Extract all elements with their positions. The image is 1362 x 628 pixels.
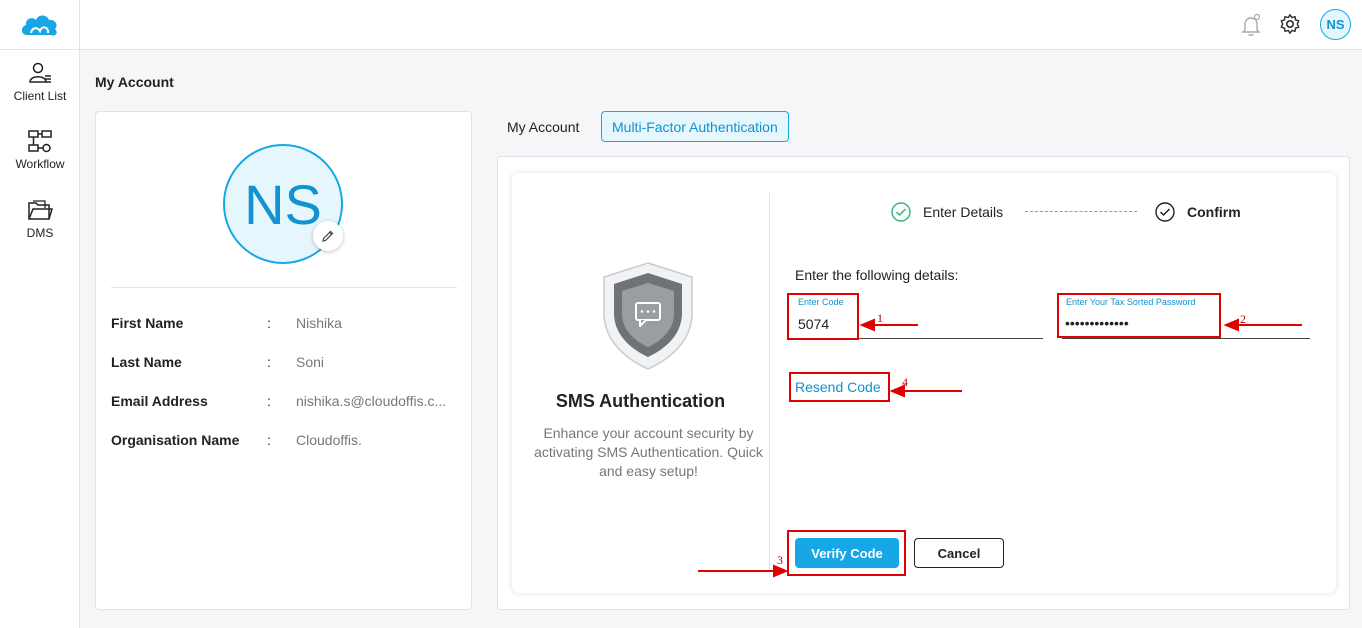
annotation-number: 1 <box>877 311 883 325</box>
logo[interactable] <box>0 0 80 50</box>
tab-my-account[interactable]: My Account <box>497 111 589 142</box>
separator: : <box>267 354 271 370</box>
check-circle-icon <box>891 202 911 222</box>
info-row-first-name: First Name : Nishika <box>111 315 461 335</box>
pencil-icon <box>322 230 334 242</box>
annotation-box-1 <box>787 293 859 340</box>
field-value: Soni <box>296 354 325 370</box>
annotation-number: 2 <box>1240 312 1246 326</box>
sidebar: Client List Workflow DMS <box>0 50 80 628</box>
step-confirm: Confirm <box>1155 202 1241 222</box>
separator: : <box>267 432 271 448</box>
step-connector <box>1025 211 1137 212</box>
info-row-email: Email Address : nishika.s@cloudoffis.c..… <box>111 393 461 413</box>
gear-icon[interactable] <box>1279 13 1301 35</box>
bell-icon[interactable] <box>1240 13 1262 37</box>
user-list-icon <box>29 62 51 83</box>
profile-card: NS First Name : Nishika Last Name : Soni… <box>95 111 472 610</box>
sidebar-item-label: DMS <box>26 226 54 240</box>
sidebar-item-dms[interactable]: DMS <box>0 198 80 240</box>
field-underline <box>1062 338 1310 339</box>
workflow-icon <box>28 130 52 153</box>
field-value: Nishika <box>296 315 342 331</box>
annotation-box-2 <box>1057 293 1221 338</box>
annotation-box-3 <box>787 530 906 576</box>
step-enter-details: Enter Details <box>891 202 1003 222</box>
mfa-card <box>512 173 1336 593</box>
sidebar-item-workflow[interactable]: Workflow <box>0 129 80 171</box>
sidebar-item-client-list[interactable]: Client List <box>0 61 80 103</box>
cloud-logo-icon <box>21 15 57 36</box>
user-avatar[interactable]: NS <box>1320 9 1351 40</box>
divider <box>111 287 457 288</box>
field-value: Cloudoffis. <box>296 432 362 448</box>
annotation-number: 4 <box>902 375 908 389</box>
info-row-organisation: Organisation Name : Cloudoffis. <box>111 432 461 452</box>
field-label: First Name <box>111 315 184 331</box>
step-label: Confirm <box>1187 204 1241 220</box>
sms-auth-title: SMS Authentication <box>555 391 726 411</box>
cancel-button[interactable]: Cancel <box>914 538 1004 568</box>
tab-multi-factor-authentication[interactable]: Multi-Factor Authentication <box>601 111 789 142</box>
field-value: nishika.s@cloudoffis.c... <box>296 393 447 409</box>
form-heading: Enter the following details: <box>795 267 959 283</box>
info-row-last-name: Last Name : Soni <box>111 354 461 374</box>
shield-chat-icon <box>603 262 693 370</box>
field-label: Last Name <box>111 354 182 370</box>
step-label: Enter Details <box>923 204 1004 220</box>
top-bar: NS <box>0 0 1362 50</box>
annotation-number: 3 <box>777 553 783 567</box>
divider <box>769 193 770 573</box>
sidebar-item-label: Client List <box>13 89 67 103</box>
check-circle-icon <box>1155 202 1175 222</box>
separator: : <box>267 393 271 409</box>
page-title: My Account <box>95 74 174 90</box>
annotation-box-4 <box>789 372 890 402</box>
field-label: Organisation Name <box>111 432 240 448</box>
edit-avatar-button[interactable] <box>313 221 343 251</box>
separator: : <box>267 315 271 331</box>
field-label: Email Address <box>111 393 208 409</box>
sms-auth-description: Enhance your account security by activat… <box>534 425 763 479</box>
folder-icon <box>28 200 53 220</box>
sidebar-item-label: Workflow <box>15 157 65 171</box>
